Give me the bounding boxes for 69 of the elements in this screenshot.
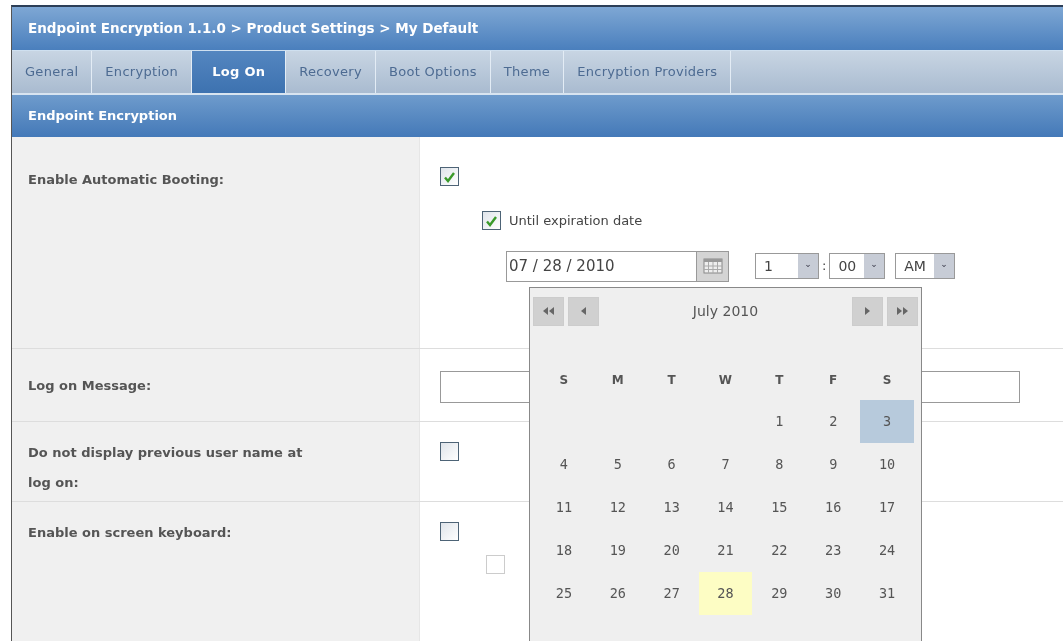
calendar-day[interactable]: 25 — [537, 572, 591, 615]
calendar-day[interactable]: 6 — [644, 443, 699, 486]
calendar-day[interactable]: 23 — [806, 529, 861, 572]
breadcrumb: Endpoint Encryption 1.1.0 > Product Settings > My Default — [12, 7, 1063, 50]
calendar-day[interactable]: 31 — [860, 572, 914, 615]
calendar-day[interactable]: 20 — [644, 529, 699, 572]
calendar-day[interactable]: 17 — [860, 486, 914, 529]
checkbox[interactable] — [482, 211, 501, 231]
calendar-day[interactable]: 22 — [752, 529, 807, 572]
calendar-day[interactable]: 14 — [698, 486, 753, 529]
dropdown[interactable]: 00 — [829, 253, 886, 279]
calendar-icon — [702, 258, 723, 274]
calendar-day[interactable]: 10 — [860, 443, 914, 486]
calendar-day[interactable]: 4 — [537, 443, 591, 486]
setting-label: Do not display previous user name at log on: — [28, 444, 304, 492]
calendar-day[interactable]: 12 — [590, 486, 645, 529]
calendar-day[interactable]: 5 — [590, 443, 645, 486]
calendar-day[interactable]: 30 — [806, 572, 861, 615]
setting-label: Enable Automatic Booting: — [28, 171, 225, 189]
dropdown[interactable]: 1 — [755, 253, 819, 279]
calendar-day[interactable]: 21 — [698, 529, 753, 572]
calendar-day[interactable]: 9 — [806, 443, 861, 486]
time-separator: : — [822, 257, 827, 276]
month-title: July 2010 — [691, 301, 760, 321]
tab[interactable]: Log On — [192, 51, 287, 93]
calendar-day[interactable]: 7 — [698, 443, 753, 486]
nav-button[interactable] — [568, 296, 599, 326]
tab[interactable]: Theme — [490, 51, 565, 93]
calendar-day[interactable]: 1 — [752, 400, 807, 443]
checkbox-label: Until expiration date — [509, 212, 643, 230]
caret-icon — [872, 262, 877, 270]
calendar-day[interactable]: 29 — [752, 572, 807, 615]
calendar-day[interactable]: 19 — [590, 529, 645, 572]
tab[interactable]: Boot Options — [376, 51, 491, 93]
calendar-day[interactable]: 2 — [806, 400, 861, 443]
weekday-label: T — [774, 372, 785, 389]
checkbox[interactable] — [440, 442, 459, 461]
calendar-day[interactable]: 15 — [752, 486, 807, 529]
nav-button[interactable] — [887, 296, 918, 326]
checkbox[interactable] — [440, 522, 459, 541]
weekday-label: S — [881, 372, 893, 389]
weekday-label: W — [717, 372, 734, 389]
caret-icon — [941, 262, 946, 270]
calendar-day[interactable]: 13 — [644, 486, 699, 529]
calendar-day[interactable]: 24 — [860, 529, 914, 572]
checkbox[interactable] — [440, 167, 459, 186]
calendar-day[interactable]: 28 — [698, 572, 753, 615]
dropdown[interactable]: AM — [895, 253, 955, 279]
date-field[interactable]: 07 / 28 / 2010 — [506, 250, 696, 282]
double-right-arrow-icon — [896, 306, 909, 316]
calendar-day[interactable]: 16 — [806, 486, 861, 529]
double-left-arrow-icon — [542, 306, 555, 316]
calendar-day[interactable]: 11 — [537, 486, 591, 529]
calendar-day[interactable]: 8 — [752, 443, 807, 486]
calendar-day[interactable]: 26 — [590, 572, 645, 615]
setting-label: Enable on screen keyboard: — [28, 524, 233, 542]
weekday-label: M — [610, 372, 625, 389]
nav-button[interactable] — [533, 296, 564, 326]
calendar-button[interactable] — [696, 250, 729, 282]
setting-label: Log on Message: — [28, 377, 153, 395]
weekday-label: F — [828, 372, 839, 389]
weekday-label: T — [666, 372, 677, 389]
weekday-label: S — [558, 372, 570, 389]
tab[interactable]: Encryption Providers — [564, 51, 732, 93]
section-header: Endpoint Encryption — [12, 95, 1063, 137]
calendar-day[interactable]: 27 — [644, 572, 699, 615]
calendar-day[interactable]: 3 — [860, 400, 914, 443]
nav-button[interactable] — [852, 296, 883, 326]
calendar-day[interactable]: 18 — [537, 529, 591, 572]
